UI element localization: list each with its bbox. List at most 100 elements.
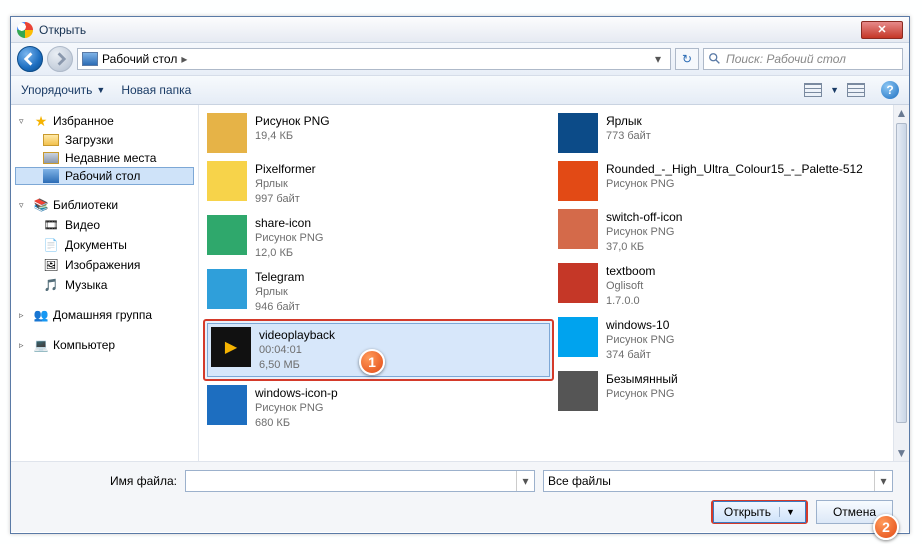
file-size: 19,4 КБ	[255, 129, 330, 144]
libraries-icon: 📚	[33, 197, 49, 213]
file-sub: Oglisoft	[606, 279, 655, 294]
file-name: Telegram	[255, 269, 304, 285]
sidebar: ▿★Избранное Загрузки Недавние места Рабо…	[11, 105, 199, 461]
chevron-right-icon: ▸	[181, 52, 187, 66]
scrollbar[interactable]: ▲ ▼	[893, 105, 909, 461]
titlebar: Открыть ✕	[11, 17, 909, 43]
file-item[interactable]: Ярлык773 байт	[554, 109, 905, 157]
file-thumb-icon: ▶	[211, 327, 251, 367]
file-item[interactable]: БезымянныйРисунок PNG	[554, 367, 905, 415]
file-thumb-icon	[207, 269, 247, 309]
file-item[interactable]: TelegramЯрлык946 байт	[203, 265, 554, 319]
file-item[interactable]: textboomOglisoft1.7.0.0	[554, 259, 905, 313]
file-size: 374 байт	[606, 348, 674, 363]
file-item[interactable]: share-iconРисунок PNG12,0 КБ	[203, 211, 554, 265]
file-size: 946 байт	[255, 300, 304, 315]
sidebar-homegroup[interactable]: ▹👥Домашняя группа	[15, 305, 194, 325]
toolbar: Упорядочить ▼ Новая папка ▼ ?	[11, 75, 909, 105]
file-sub: Ярлык	[255, 177, 316, 192]
filter-select[interactable]: Все файлы▾	[543, 470, 893, 492]
file-sub: Рисунок PNG	[606, 225, 682, 240]
file-sub: Рисунок PNG	[606, 387, 678, 402]
file-name: videoplayback	[259, 327, 335, 343]
organize-button[interactable]: Упорядочить ▼	[21, 83, 105, 97]
callout-1: 1	[359, 349, 385, 375]
file-name: windows-icon-p	[255, 385, 338, 401]
back-button[interactable]	[17, 46, 43, 72]
nav-row: Рабочий стол ▸ ▾ ↻ Поиск: Рабочий стол	[11, 43, 909, 75]
search-placeholder: Поиск: Рабочий стол	[726, 52, 846, 66]
homegroup-icon: 👥	[33, 307, 49, 323]
split-dropdown-icon[interactable]: ▼	[779, 507, 795, 517]
file-size: 12,0 КБ	[255, 246, 323, 261]
scroll-thumb[interactable]	[896, 123, 907, 423]
forward-button[interactable]	[47, 46, 73, 72]
star-icon: ★	[33, 113, 49, 129]
breadcrumb[interactable]: Рабочий стол ▸ ▾	[77, 48, 671, 70]
sidebar-item-images[interactable]: 🖼Изображения	[15, 255, 194, 275]
file-thumb-icon	[207, 385, 247, 425]
file-name: Рисунок PNG	[255, 113, 330, 129]
file-name: switch-off-icon	[606, 209, 682, 225]
music-icon: 🎵	[43, 277, 59, 293]
file-name: textboom	[606, 263, 655, 279]
file-thumb-icon	[558, 317, 598, 357]
callout-2: 2	[873, 514, 899, 540]
open-dialog: Открыть ✕ Рабочий стол ▸ ▾ ↻ Поиск: Рабо…	[10, 16, 910, 534]
file-name: Pixelformer	[255, 161, 316, 177]
file-size: 1.7.0.0	[606, 294, 655, 309]
sidebar-item-music[interactable]: 🎵Музыка	[15, 275, 194, 295]
file-item[interactable]: windows-10Рисунок PNG374 байт	[554, 313, 905, 367]
open-button[interactable]: Открыть▼	[711, 500, 808, 524]
close-button[interactable]: ✕	[861, 21, 903, 39]
file-thumb-icon	[207, 161, 247, 201]
file-name: windows-10	[606, 317, 674, 333]
file-sub: Ярлык	[255, 285, 304, 300]
file-item[interactable]: Rounded_-_High_Ultra_Colour15_-_Palette-…	[554, 157, 905, 205]
file-name: Безымянный	[606, 371, 678, 387]
file-thumb-icon	[558, 263, 598, 303]
file-name: Rounded_-_High_Ultra_Colour15_-_Palette-…	[606, 161, 863, 177]
search-input[interactable]: Поиск: Рабочий стол	[703, 48, 903, 70]
file-thumb-icon	[558, 161, 598, 201]
file-size: 680 КБ	[255, 416, 338, 431]
images-icon: 🖼	[43, 257, 59, 273]
filename-input[interactable]: ▾	[185, 470, 535, 492]
filename-label: Имя файла:	[27, 474, 177, 488]
file-pane: Рисунок PNG19,4 КБPixelformerЯрлык997 ба…	[199, 105, 909, 461]
breadcrumb-location: Рабочий стол	[102, 52, 177, 66]
sidebar-libraries[interactable]: ▿📚Библиотеки	[15, 195, 194, 215]
chevron-down-icon[interactable]: ▾	[874, 471, 892, 491]
sidebar-item-desktop[interactable]: Рабочий стол	[15, 167, 194, 185]
computer-icon: 💻	[33, 337, 49, 353]
file-thumb-icon	[558, 209, 598, 249]
sidebar-favorites[interactable]: ▿★Избранное	[15, 111, 194, 131]
view-switcher[interactable]: ▼	[804, 83, 865, 97]
help-button[interactable]: ?	[881, 81, 899, 99]
file-name: Ярлык	[606, 113, 651, 129]
documents-icon: 📄	[43, 237, 59, 253]
breadcrumb-dropdown[interactable]: ▾	[650, 52, 666, 66]
folder-icon	[43, 134, 59, 146]
sidebar-item-recent[interactable]: Недавние места	[15, 149, 194, 167]
file-size: 773 байт	[606, 129, 651, 144]
new-folder-button[interactable]: Новая папка	[121, 83, 191, 97]
scroll-down-icon[interactable]: ▼	[894, 445, 909, 461]
file-size: 6,50 МБ	[259, 358, 335, 373]
file-item[interactable]: windows-icon-pРисунок PNG680 КБ	[203, 381, 554, 435]
sidebar-item-downloads[interactable]: Загрузки	[15, 131, 194, 149]
desktop-icon	[43, 169, 59, 183]
file-item[interactable]: Рисунок PNG19,4 КБ	[203, 109, 554, 157]
chevron-down-icon[interactable]: ▾	[516, 471, 534, 491]
file-item[interactable]: switch-off-iconРисунок PNG37,0 КБ	[554, 205, 905, 259]
file-item[interactable]: PixelformerЯрлык997 байт	[203, 157, 554, 211]
scroll-up-icon[interactable]: ▲	[894, 105, 909, 121]
video-icon: 🎞	[43, 217, 59, 233]
refresh-button[interactable]: ↻	[675, 48, 699, 70]
sidebar-item-documents[interactable]: 📄Документы	[15, 235, 194, 255]
sidebar-computer[interactable]: ▹💻Компьютер	[15, 335, 194, 355]
file-size: 37,0 КБ	[606, 240, 682, 255]
sidebar-item-videos[interactable]: 🎞Видео	[15, 215, 194, 235]
file-thumb-icon	[558, 371, 598, 411]
file-sub: Рисунок PNG	[255, 231, 323, 246]
